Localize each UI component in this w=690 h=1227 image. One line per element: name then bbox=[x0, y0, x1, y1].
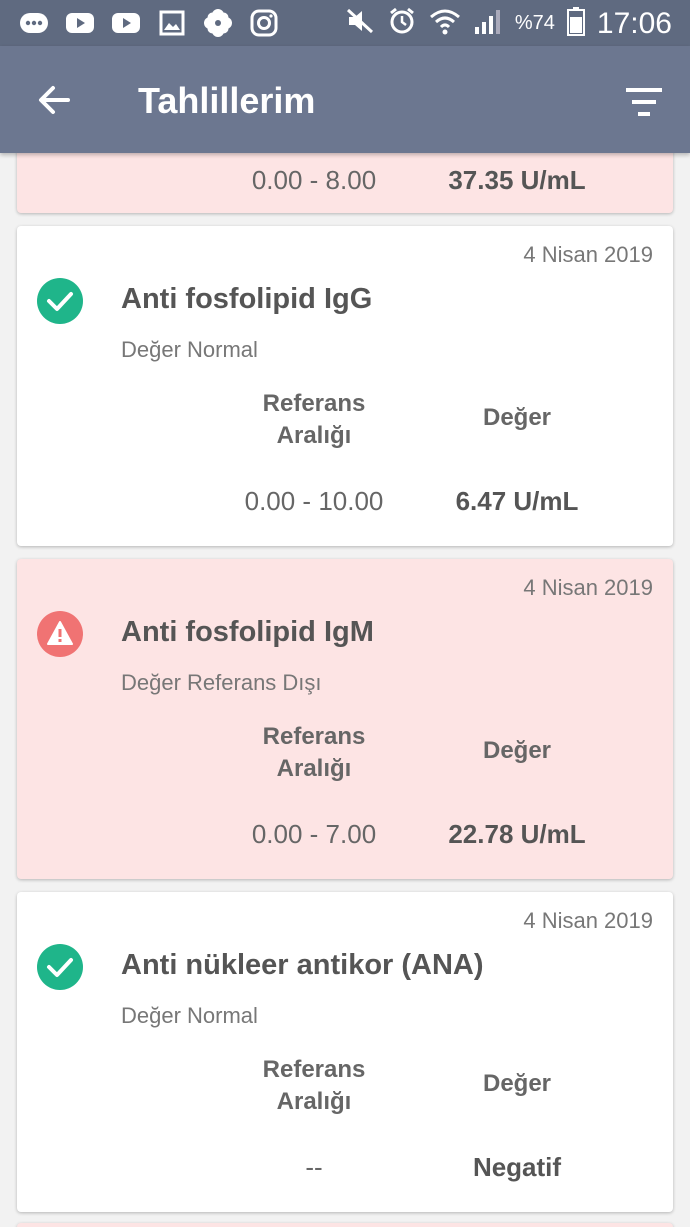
filter-icon bbox=[626, 88, 662, 116]
result-card[interactable]: 4 Nisan 2019 Anti fosfolipid IgG Değer N… bbox=[17, 226, 673, 546]
instagram-icon bbox=[248, 8, 280, 38]
result-date: 4 Nisan 2019 bbox=[523, 575, 653, 600]
notification-icons bbox=[18, 8, 280, 38]
reference-range-header: Referans Aralığı bbox=[262, 723, 366, 782]
result-date: 4 Nisan 2019 bbox=[523, 908, 653, 933]
status-bar: %74 17:06 bbox=[0, 0, 690, 46]
result-date: 4 Nisan 2019 bbox=[523, 242, 653, 267]
flower-icon bbox=[202, 8, 234, 38]
result-card[interactable] bbox=[17, 1223, 673, 1227]
arrow-left-icon bbox=[39, 86, 70, 114]
reference-range: 0.00 - 10.00 bbox=[244, 486, 384, 516]
battery-percent: %74 bbox=[514, 12, 555, 34]
app-bar: Tahlillerim bbox=[0, 46, 690, 153]
check-circle-icon bbox=[37, 278, 83, 324]
back-button[interactable] bbox=[34, 80, 74, 120]
check-circle-icon bbox=[37, 944, 83, 990]
result-card[interactable]: 4 Nisan 2019 Anti fosfolipid IgM Değer R… bbox=[17, 559, 673, 879]
signal-icon bbox=[473, 7, 503, 40]
youtube-icon bbox=[110, 8, 142, 38]
value-header: Değer bbox=[482, 1070, 552, 1097]
reference-range-header: Referans Aralığı bbox=[262, 1056, 366, 1115]
status-text: Değer Normal bbox=[121, 337, 258, 362]
value-header: Değer bbox=[482, 404, 552, 431]
battery-icon bbox=[566, 6, 585, 41]
test-name: Anti fosfolipid IgM bbox=[121, 616, 374, 648]
value-header: Değer bbox=[482, 737, 552, 764]
status-text: Değer Normal bbox=[121, 1003, 258, 1028]
page-title: Tahlillerim bbox=[138, 80, 316, 121]
test-name: Anti fosfolipid IgG bbox=[121, 283, 373, 315]
reference-range: 0.00 - 8.00 bbox=[251, 165, 377, 195]
reference-range-header: Referans Aralığı bbox=[262, 390, 366, 449]
alarm-icon bbox=[387, 6, 417, 41]
youtube-icon bbox=[64, 8, 96, 38]
system-status: %74 17:06 bbox=[345, 6, 672, 41]
chat-icon bbox=[18, 8, 50, 38]
result-value: Negatif bbox=[472, 1152, 562, 1182]
result-card[interactable]: 4 Nisan 2019 Anti nükleer antikor (ANA) … bbox=[17, 892, 673, 1212]
result-value: 22.78 U/mL bbox=[448, 819, 586, 849]
wifi-icon bbox=[429, 7, 461, 40]
result-value: 6.47 U/mL bbox=[455, 486, 579, 516]
mute-icon bbox=[345, 7, 375, 40]
result-card[interactable]: 0.00 - 8.00 37.35 U/mL bbox=[17, 153, 673, 213]
result-value: 37.35 U/mL bbox=[448, 165, 586, 195]
filter-button[interactable] bbox=[624, 84, 664, 120]
reference-range: -- bbox=[305, 1152, 323, 1182]
gallery-icon bbox=[156, 8, 188, 38]
clock: 17:06 bbox=[596, 6, 672, 40]
status-text: Değer Referans Dışı bbox=[121, 670, 322, 695]
warning-icon bbox=[37, 611, 83, 657]
results-list[interactable]: 0.00 - 8.00 37.35 U/mL 4 Nisan 2019 Anti… bbox=[0, 153, 690, 1227]
reference-range: 0.00 - 7.00 bbox=[251, 819, 377, 849]
test-name: Anti nükleer antikor (ANA) bbox=[121, 949, 484, 981]
